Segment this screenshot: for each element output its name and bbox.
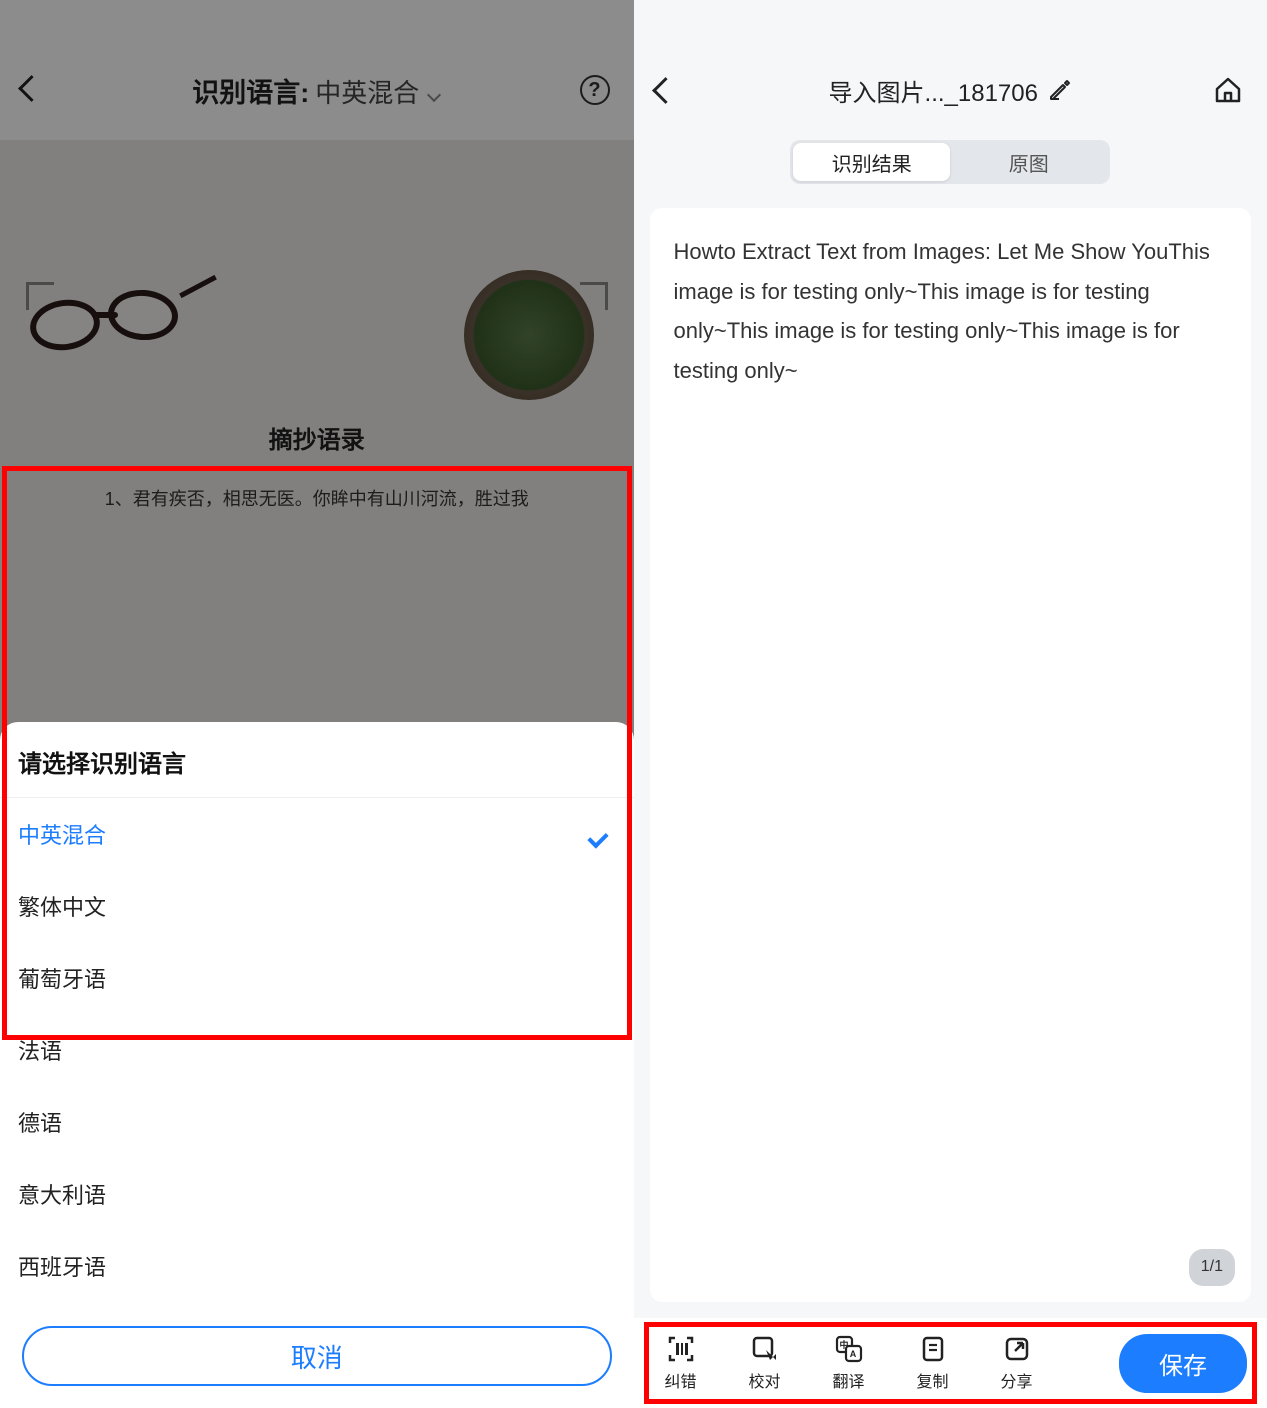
lang-label: 中英混合 xyxy=(18,818,106,850)
lang-label: 繁体中文 xyxy=(18,890,106,922)
edit-icon xyxy=(1048,78,1072,102)
lang-item-pt[interactable]: 葡萄牙语 xyxy=(0,942,634,1014)
lang-label: 法语 xyxy=(18,1034,62,1066)
right-pane: 导入图片..._181706 识别结果 原图 Howto Extract Tex… xyxy=(634,0,1267,1408)
copy-button[interactable]: 复制 xyxy=(906,1334,960,1392)
lang-label: 西班牙语 xyxy=(18,1250,106,1282)
lang-item-fr[interactable]: 法语 xyxy=(0,1014,634,1086)
lang-item-it[interactable]: 意大利语 xyxy=(0,1158,634,1230)
tab-label: 识别结果 xyxy=(832,148,912,177)
lang-label: 意大利语 xyxy=(18,1178,106,1210)
back-button[interactable] xyxy=(652,77,668,103)
scan-icon xyxy=(666,1334,696,1364)
toolbar-label: 校对 xyxy=(748,1368,780,1392)
copy-icon xyxy=(918,1334,948,1364)
save-button[interactable]: 保存 xyxy=(1119,1334,1247,1393)
share-button[interactable]: 分享 xyxy=(990,1334,1044,1392)
compare-icon xyxy=(750,1334,780,1364)
home-button[interactable] xyxy=(1213,75,1243,105)
check-icon xyxy=(590,825,616,843)
lang-item-zh-trad[interactable]: 繁体中文 xyxy=(0,870,634,942)
right-header: 导入图片..._181706 xyxy=(634,40,1267,140)
result-text: Howto Extract Text from Images: Let Me S… xyxy=(674,239,1210,383)
sheet-title: 请选择识别语言 xyxy=(0,722,634,798)
title-text: 导入图片..._181706 xyxy=(829,73,1038,108)
cancel-label: 取消 xyxy=(291,1338,343,1375)
result-body[interactable]: Howto Extract Text from Images: Let Me S… xyxy=(650,208,1252,1302)
translate-button[interactable]: 中 A 翻译 xyxy=(822,1334,876,1392)
lang-label: 葡萄牙语 xyxy=(18,962,106,994)
cancel-button[interactable]: 取消 xyxy=(22,1326,612,1386)
svg-text:A: A xyxy=(849,1349,856,1359)
home-icon xyxy=(1213,75,1243,105)
toolbar-label: 复制 xyxy=(916,1368,948,1392)
lang-label: 德语 xyxy=(18,1106,62,1138)
proofread-button[interactable]: 校对 xyxy=(738,1334,792,1392)
save-label: 保存 xyxy=(1159,1353,1207,1380)
toolbar-label: 翻译 xyxy=(832,1368,864,1392)
language-sheet: 请选择识别语言 中英混合 繁体中文 葡萄牙语 法语 德语 意大利语 西班牙语 xyxy=(0,722,634,1408)
left-pane: 识别语言: 中英混合 ? 摘抄语录 1、君有疾否，相思无医。你眸中有山川河流，胜… xyxy=(0,0,634,1408)
toolbar-label: 纠错 xyxy=(664,1368,696,1392)
lang-item-de[interactable]: 德语 xyxy=(0,1086,634,1158)
tab-label: 原图 xyxy=(1009,148,1049,177)
document-title[interactable]: 导入图片..._181706 xyxy=(829,73,1072,108)
toolbar-label: 分享 xyxy=(1000,1368,1032,1392)
share-icon xyxy=(1002,1334,1032,1364)
translate-icon: 中 A xyxy=(834,1334,864,1364)
language-list: 中英混合 繁体中文 葡萄牙语 法语 德语 意大利语 西班牙语 xyxy=(0,798,634,1302)
tab-result[interactable]: 识别结果 xyxy=(793,143,950,181)
result-tabs: 识别结果 原图 xyxy=(790,140,1110,184)
correct-button[interactable]: 纠错 xyxy=(654,1334,708,1392)
page-badge[interactable]: 1/1 xyxy=(1189,1249,1235,1286)
lang-item-zh-en[interactable]: 中英混合 xyxy=(0,798,634,870)
lang-item-es[interactable]: 西班牙语 xyxy=(0,1230,634,1302)
tab-original[interactable]: 原图 xyxy=(950,143,1107,181)
chevron-left-icon xyxy=(652,77,668,103)
bottom-toolbar: 纠错 校对 中 A 翻译 复制 xyxy=(634,1318,1267,1408)
page-text: 1/1 xyxy=(1201,1258,1223,1275)
